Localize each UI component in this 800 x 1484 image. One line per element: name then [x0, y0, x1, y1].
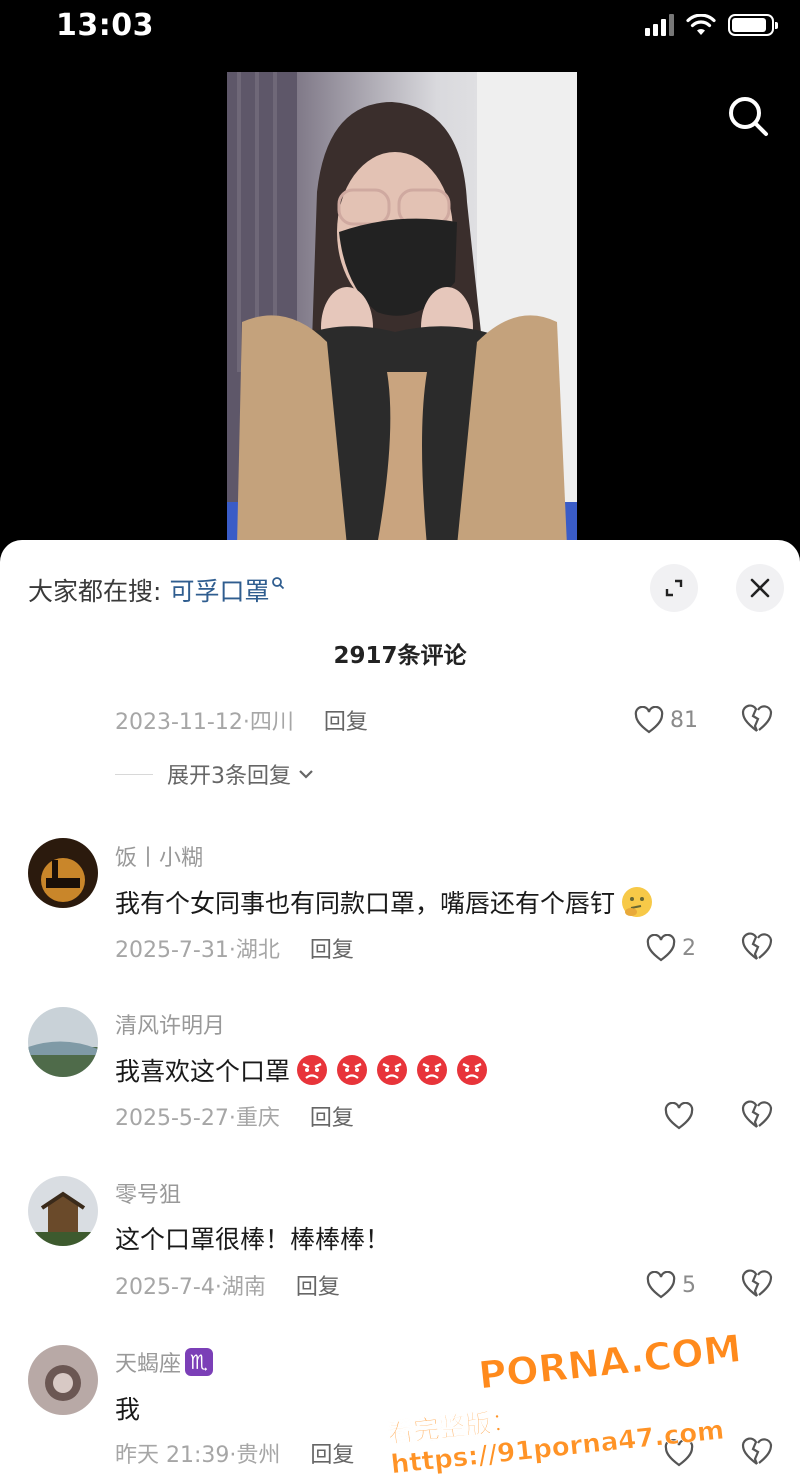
comment-body: 这个口罩很棒！棒棒棒！	[115, 1225, 391, 1254]
comment-count-title: 2917条评论	[333, 643, 467, 669]
expand-sheet-button[interactable]	[650, 564, 698, 612]
reply-button[interactable]: 回复	[310, 1100, 354, 1132]
video-person-image	[227, 72, 577, 546]
expand-icon	[665, 579, 683, 597]
comment-meta: 2025-7-4·湖南 回复	[115, 1267, 340, 1303]
like-count: 81	[670, 707, 698, 733]
like-button[interactable]: 2	[646, 928, 696, 968]
scorpio-badge-icon: ♏	[185, 1348, 214, 1376]
comment-username[interactable]: 零号狙	[115, 1177, 181, 1209]
angry-face-emoji	[377, 1055, 408, 1085]
comment-meta: 昨天 21:39·贵州 回复	[115, 1435, 354, 1471]
avatar[interactable]	[28, 1345, 98, 1415]
comment-date-location: 2023-11-12·四川	[115, 710, 294, 735]
close-icon	[750, 578, 770, 598]
comment-text: 我	[115, 1390, 140, 1426]
wifi-icon	[686, 14, 716, 35]
like-count: 2	[682, 935, 696, 961]
dislike-button[interactable]	[740, 930, 776, 966]
search-suggestion[interactable]: 大家都在搜: 可孚口罩	[28, 572, 285, 608]
like-button[interactable]	[664, 1433, 700, 1473]
comment-username[interactable]: 清风许明月	[115, 1008, 225, 1040]
reply-button[interactable]: 回复	[310, 932, 354, 964]
video-frame[interactable]	[227, 72, 577, 546]
search-suggestion-label: 大家都在搜:	[28, 577, 162, 606]
comment-meta: 2025-7-31·湖北 回复	[115, 930, 354, 966]
like-button[interactable]: 81	[634, 700, 698, 740]
avatar[interactable]	[28, 1007, 98, 1077]
expand-replies-button[interactable]: 展开3条回复	[115, 758, 315, 790]
broken-heart-icon	[741, 1269, 773, 1297]
comment-text: 我喜欢这个口罩	[115, 1052, 490, 1088]
heart-icon	[646, 934, 676, 962]
broken-heart-icon	[741, 1437, 773, 1465]
like-count: 5	[682, 1272, 696, 1298]
dislike-button[interactable]	[740, 1435, 776, 1471]
like-button[interactable]	[664, 1096, 700, 1136]
broken-heart-icon	[741, 1100, 773, 1128]
video-player[interactable]	[0, 56, 800, 546]
reply-button[interactable]: 回复	[296, 1269, 340, 1301]
avatar[interactable]	[28, 1176, 98, 1246]
broken-heart-icon	[741, 704, 773, 732]
status-bar: 13:03	[0, 0, 800, 56]
comment-meta: 2025-5-27·重庆 回复	[115, 1098, 354, 1134]
heart-icon	[646, 1271, 676, 1299]
dislike-button[interactable]	[740, 702, 776, 738]
dislike-button[interactable]	[740, 1098, 776, 1134]
angry-face-emoji	[457, 1055, 488, 1085]
chevron-down-icon	[299, 770, 313, 779]
comment-date-location: 2025-7-4·湖南	[115, 1275, 266, 1300]
search-button[interactable]	[724, 92, 772, 140]
heart-icon	[664, 1439, 694, 1467]
status-icons	[645, 14, 778, 36]
search-suggestion-term[interactable]: 可孚口罩	[169, 572, 269, 608]
cellular-signal-icon	[645, 14, 674, 36]
status-time: 13:03	[56, 8, 154, 43]
comment-date-location: 2025-7-31·湖北	[115, 938, 280, 963]
comment-date-location: 昨天 21:39·贵州	[115, 1443, 281, 1468]
comment-date-location: 2025-5-27·重庆	[115, 1106, 280, 1131]
comment-meta: 2023-11-12·四川 回复	[115, 702, 368, 738]
comment-body: 我喜欢这个口罩	[115, 1057, 291, 1086]
avatar[interactable]	[28, 838, 98, 908]
close-sheet-button[interactable]	[736, 564, 784, 612]
reply-button[interactable]: 回复	[310, 1437, 354, 1469]
comments-sheet: 大家都在搜: 可孚口罩 2917条评论 2023-11-12·四川 回复 81 …	[0, 540, 800, 1484]
search-icon	[729, 97, 768, 136]
angry-face-emoji	[337, 1055, 368, 1085]
expand-replies-label: 展开3条回复	[167, 764, 291, 789]
comment-text: 这个口罩很棒！棒棒棒！	[115, 1220, 390, 1256]
comment-text: 我有个女同事也有同款口罩，嘴唇还有个唇钉	[115, 884, 655, 920]
reply-button[interactable]: 回复	[324, 704, 368, 736]
angry-face-emoji	[297, 1055, 328, 1085]
comment-username[interactable]: 饭丨小糊	[115, 840, 203, 872]
heart-icon	[634, 706, 664, 734]
comment-body: 我	[115, 1395, 141, 1424]
angry-face-emoji	[417, 1055, 448, 1085]
heart-icon	[664, 1102, 694, 1130]
thinking-face-emoji	[622, 887, 653, 917]
battery-icon	[728, 14, 778, 36]
comment-username-text: 天蝎座	[115, 1352, 182, 1377]
dislike-button[interactable]	[740, 1267, 776, 1303]
small-search-icon	[272, 577, 285, 590]
like-button[interactable]: 5	[646, 1265, 696, 1305]
comment-body: 我有个女同事也有同款口罩，嘴唇还有个唇钉	[115, 889, 616, 918]
comment-username[interactable]: 天蝎座 ♏	[115, 1346, 214, 1378]
broken-heart-icon	[741, 932, 773, 960]
